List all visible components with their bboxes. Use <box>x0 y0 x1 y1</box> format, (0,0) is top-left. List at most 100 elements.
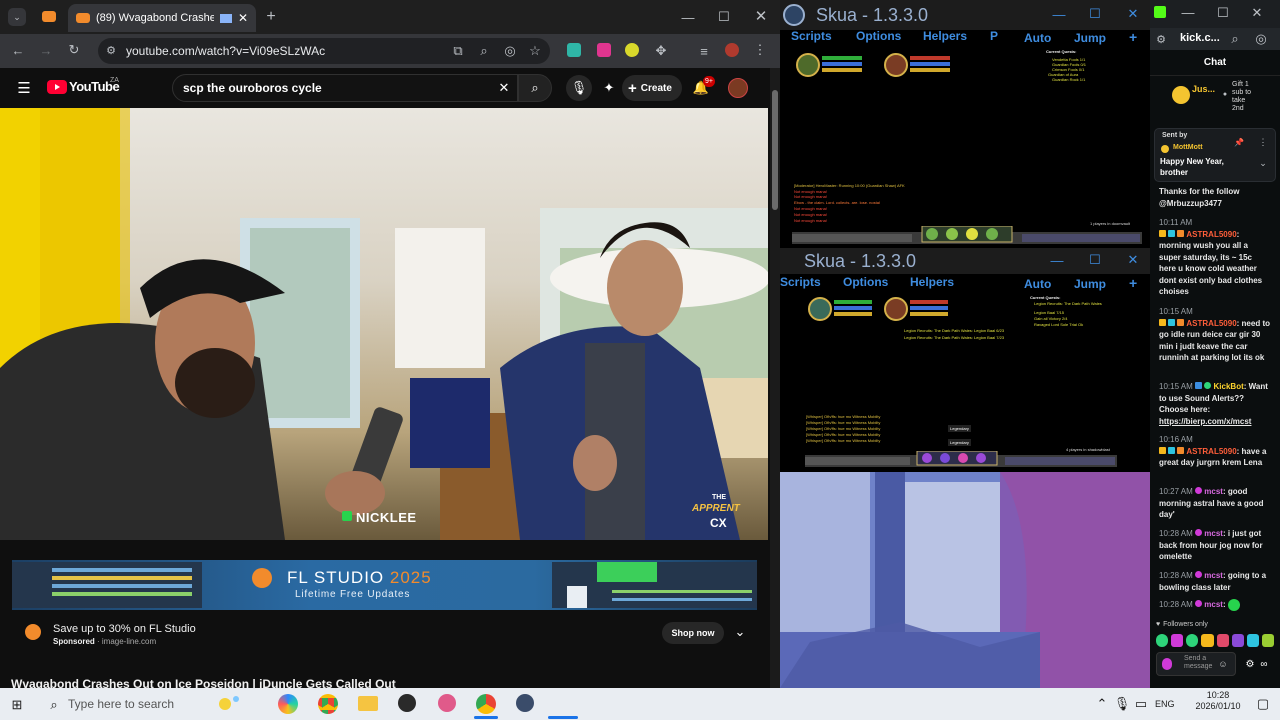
skua-1-menu-jump[interactable]: Jump <box>1074 31 1106 45</box>
skua-1-close-button[interactable]: ✕ <box>1126 6 1140 22</box>
skua-1-maximize-button[interactable]: ☐ <box>1088 6 1102 22</box>
app-icon-steam[interactable] <box>398 694 416 712</box>
chat-user[interactable]: ASTRAL5090 <box>1186 230 1236 239</box>
tab-search-button[interactable]: ⌄ <box>8 8 26 26</box>
extensions-puzzle-icon[interactable]: ✥ <box>653 43 669 59</box>
skua-2-menu-auto[interactable]: Auto <box>1024 277 1051 291</box>
emoji-icon[interactable]: ☺ <box>1218 659 1228 669</box>
emote-icon-8[interactable] <box>1261 634 1274 647</box>
chat-user[interactable]: mcst <box>1204 529 1223 538</box>
taskbar-search-icon[interactable]: ⌕ <box>46 697 62 713</box>
clear-search-icon[interactable]: ✕ <box>496 80 512 96</box>
skua-2-minimize-button[interactable]: — <box>1050 252 1064 268</box>
cast-icon[interactable]: ✦ <box>600 79 618 97</box>
kick-maximize-button[interactable]: ☐ <box>1216 5 1230 20</box>
forward-icon[interactable]: → <box>38 42 54 58</box>
chat-user[interactable]: mcst <box>1204 487 1223 496</box>
skua-2-menu-scripts[interactable]: Scripts <box>780 275 821 289</box>
chrome-taskbar-icon-2[interactable] <box>476 694 496 714</box>
site-info-icon[interactable]: ⚙ <box>104 43 118 57</box>
chat-link[interactable]: https://bierp.com/x/mcst <box>1159 417 1251 426</box>
create-button[interactable]: + Create <box>622 75 682 101</box>
tray-network-icon[interactable]: ▭ <box>1135 696 1147 711</box>
chrome-menu-icon[interactable]: ⋮ <box>754 42 767 58</box>
emote-icon-7[interactable] <box>1246 634 1259 647</box>
emote-icon-4[interactable] <box>1201 634 1214 647</box>
kick-zoom-icon[interactable]: ⌕ <box>1228 31 1242 46</box>
skua-2-maximize-button[interactable]: ☐ <box>1088 252 1102 268</box>
tray-clock[interactable]: 10:28 2026/01/10 <box>1188 690 1248 712</box>
notification-center-icon[interactable]: ▢ <box>1256 696 1270 711</box>
zoom-icon[interactable]: ⌕ <box>476 43 492 59</box>
kick-eye-off-icon[interactable]: ◎ <box>1254 31 1268 46</box>
page-scrollbar[interactable] <box>770 68 780 688</box>
new-tab-button[interactable]: + <box>262 8 280 26</box>
kick-tab-title[interactable]: kick.c... <box>1180 32 1220 44</box>
search-input[interactable]: scp the ouroboros cycle <box>172 74 518 102</box>
tray-chevron-icon[interactable]: ⌃ <box>1096 696 1108 711</box>
search-button[interactable]: ⌕ <box>518 74 552 102</box>
skua-2-menu-helpers[interactable]: Helpers <box>910 275 954 289</box>
chat-user[interactable]: KickBot <box>1214 382 1244 391</box>
kick-minimize-button[interactable]: — <box>1182 5 1195 20</box>
profile-avatar[interactable] <box>725 43 739 57</box>
pinned-user[interactable]: MottMott <box>1173 144 1203 151</box>
emote-icon-1[interactable] <box>1156 634 1169 647</box>
emote-icon-2[interactable] <box>1171 634 1184 647</box>
ad-title[interactable]: Save up to 30% on FL Studio <box>53 623 196 635</box>
install-icon[interactable]: ⧉ <box>450 43 466 59</box>
minimize-button[interactable]: — <box>678 8 698 26</box>
skua-1-menu-options[interactable]: Options <box>856 29 901 43</box>
chat-user[interactable]: mcst <box>1204 571 1223 580</box>
copilot-icon[interactable] <box>278 694 298 714</box>
extension-icon-1[interactable] <box>567 43 581 57</box>
pin-icon[interactable]: 📌 <box>1234 137 1244 147</box>
extension-icon-2[interactable] <box>597 43 611 57</box>
chrome-taskbar-icon[interactable] <box>318 694 338 714</box>
skua-2-menu-options[interactable]: Options <box>843 275 888 289</box>
skua-2-action-bar[interactable] <box>805 451 1117 469</box>
chat-user[interactable]: ASTRAL5090 <box>1186 319 1236 328</box>
ad-banner[interactable]: FL STUDIO 2025 Lifetime Free Updates <box>12 560 757 610</box>
skua-taskbar-icon[interactable] <box>516 694 534 712</box>
chat-settings-icon[interactable]: ⚙ <box>1244 658 1256 670</box>
taskbar-search-input[interactable]: Type here to search <box>68 697 174 711</box>
app-icon-pink[interactable] <box>438 694 456 712</box>
tray-language[interactable]: ENG <box>1155 699 1175 709</box>
chat-user[interactable]: ASTRAL5090 <box>1186 447 1236 456</box>
skua-2-menu-add[interactable]: + <box>1129 275 1137 291</box>
eye-off-icon[interactable]: ◎ <box>502 43 518 59</box>
menu-icon[interactable]: ☰ <box>16 80 32 97</box>
kick-close-button[interactable]: ✕ <box>1250 5 1264 20</box>
emote-icon-5[interactable] <box>1216 634 1229 647</box>
infinity-icon[interactable]: ∞ <box>1258 658 1270 670</box>
bookmark-star-icon[interactable]: ☆ <box>527 43 543 59</box>
back-icon[interactable]: ← <box>10 42 26 58</box>
skua-1-menu-p[interactable]: P <box>990 29 998 43</box>
emote-icon-3[interactable] <box>1186 634 1199 647</box>
youtube-logo-icon[interactable] <box>47 80 67 94</box>
skua-1-menu-scripts[interactable]: Scripts <box>791 29 832 43</box>
chat-user[interactable]: mcst <box>1204 600 1223 609</box>
pinned-menu-icon[interactable]: ⋮ <box>1258 137 1268 147</box>
close-button[interactable]: ✕ <box>752 6 770 26</box>
skua-1-menu-helpers[interactable]: Helpers <box>923 29 967 43</box>
reload-icon[interactable]: ↻ <box>66 42 82 58</box>
shop-now-button[interactable]: Shop now <box>662 622 724 644</box>
skua-1-menu-add[interactable]: + <box>1129 29 1137 45</box>
pinned-expand-icon[interactable]: ⌄ <box>1258 158 1268 168</box>
windows-start-icon[interactable]: ⊞ <box>9 697 25 713</box>
voice-search-icon[interactable]: 🎙 <box>566 75 592 101</box>
ad-expand-icon[interactable]: ⌄ <box>733 624 747 639</box>
media-control-icon[interactable]: ≡ <box>696 43 712 59</box>
gift-user[interactable]: Jus... <box>1192 84 1215 94</box>
emote-icon-6[interactable] <box>1231 634 1244 647</box>
skua-1-action-bar[interactable] <box>792 226 1142 246</box>
skua-1-menu-auto[interactable]: Auto <box>1024 31 1051 45</box>
skua-2-menu-jump[interactable]: Jump <box>1074 277 1106 291</box>
tray-mic-icon[interactable]: 🎙 <box>1114 696 1131 711</box>
search-highlight-icon[interactable] <box>215 693 243 713</box>
file-explorer-icon[interactable] <box>358 696 378 711</box>
active-tab[interactable]: (89) Wvagabond Crashes O ✕ <box>68 4 256 32</box>
extension-icon-3[interactable] <box>625 43 639 57</box>
